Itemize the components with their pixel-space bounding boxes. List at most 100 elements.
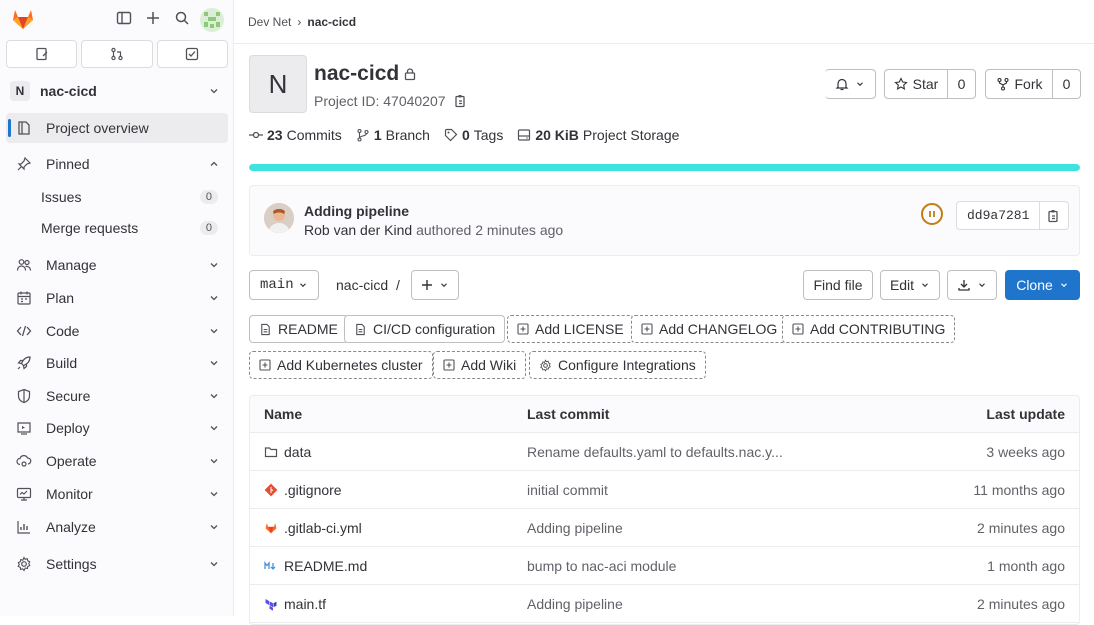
star-count[interactable]: 0	[948, 69, 976, 99]
file-last-commit[interactable]: bump to nac-aci module	[527, 558, 887, 574]
notification-dropdown[interactable]	[825, 69, 876, 99]
storage-usage-bar	[249, 164, 1080, 171]
add-kubernetes-cluster-button[interactable]: Add Kubernetes cluster	[249, 351, 433, 379]
table-row[interactable]: README.md bump to nac-aci module 1 month…	[250, 547, 1079, 585]
sidebar-item-merge-requests[interactable]: Merge requests 0	[6, 214, 228, 242]
chart-icon	[17, 521, 30, 534]
notification-button[interactable]	[825, 69, 876, 99]
sidebar-item-pinned[interactable]: Pinned	[6, 149, 228, 179]
commit-author-link[interactable]: Rob van der Kind	[304, 222, 412, 238]
star-button[interactable]: Star	[884, 69, 948, 99]
storage-stat[interactable]: 20 KiB Project Storage	[517, 127, 679, 143]
table-row[interactable]: .gitlab-ci.yml Adding pipeline 2 minutes…	[250, 509, 1079, 547]
commits-count: 23	[267, 127, 283, 143]
sidebar-item-label: Merge requests	[41, 220, 139, 236]
shortcut-label: README	[278, 321, 338, 337]
file-last-commit[interactable]: Rename defaults.yaml to defaults.nac.y..…	[527, 444, 887, 460]
plus-icon[interactable]	[145, 10, 163, 28]
file-name[interactable]: .gitlab-ci.yml	[284, 520, 362, 536]
sidebar-item-label: Operate	[46, 453, 97, 469]
copy-icon[interactable]	[454, 94, 468, 108]
edit-dropdown[interactable]: Edit	[880, 270, 940, 300]
chevron-down-icon	[210, 89, 218, 94]
fork-count[interactable]: 0	[1053, 69, 1081, 99]
sidebar-item-operate[interactable]: Operate	[6, 446, 228, 476]
commit-icon	[249, 131, 263, 139]
sidebar-toggle-icon[interactable]	[116, 10, 134, 28]
chevron-down-icon	[210, 361, 218, 366]
branches-stat[interactable]: 1 Branch	[356, 127, 430, 143]
file-name[interactable]: README.md	[284, 558, 367, 574]
file-name-cell[interactable]: README.md	[250, 558, 527, 574]
sidebar-item-issues[interactable]: Issues 0	[6, 183, 228, 211]
deploy-icon	[17, 422, 31, 435]
table-row[interactable]: data Rename defaults.yaml to defaults.na…	[250, 433, 1079, 471]
file-name[interactable]: .gitignore	[284, 482, 342, 498]
file-name[interactable]: data	[284, 444, 311, 460]
fork-button-group: Fork 0	[985, 69, 1081, 99]
table-row[interactable]: .gitignore initial commit 11 months ago	[250, 471, 1079, 509]
plus-square-icon	[792, 323, 804, 335]
add-license-button[interactable]: Add LICENSE	[507, 315, 634, 343]
sidebar-item-plan[interactable]: Plan	[6, 283, 228, 313]
sidebar-item-build[interactable]: Build	[6, 348, 228, 378]
branch-selector[interactable]: main	[249, 270, 319, 300]
sidebar-item-analyze[interactable]: Analyze	[6, 512, 228, 542]
cicd-configuration-shortcut-button[interactable]: CI/CD configuration	[344, 315, 506, 343]
sidebar-item-monitor[interactable]: Monitor	[6, 479, 228, 509]
clone-dropdown[interactable]: Clone	[1005, 270, 1080, 300]
project-switcher[interactable]: N nac-cicd	[6, 78, 228, 104]
commit-title-link[interactable]: Adding pipeline	[304, 203, 409, 219]
add-to-tree-dropdown[interactable]	[411, 270, 459, 300]
todos-tab-button[interactable]	[156, 40, 228, 68]
sidebar-item-label: Secure	[46, 388, 91, 404]
tags-count: 0	[461, 127, 470, 143]
commit-meta: Rob van der Kind authored 2 minutes ago	[304, 222, 563, 238]
copy-sha-button[interactable]	[1040, 201, 1070, 230]
issues-tab-button[interactable]	[6, 40, 78, 68]
commits-stat[interactable]: 23 Commits	[249, 127, 342, 143]
file-last-commit[interactable]: Adding pipeline	[527, 596, 887, 612]
commit-sha[interactable]: dd9a7281	[956, 201, 1041, 230]
user-avatar[interactable]	[200, 8, 224, 32]
file-name[interactable]: main.tf	[284, 596, 326, 612]
sidebar-item-secure[interactable]: Secure	[6, 381, 228, 411]
search-icon[interactable]	[174, 10, 192, 28]
sidebar: N nac-cicd Project overview Pinned Issue…	[0, 0, 234, 616]
fork-button[interactable]: Fork	[985, 69, 1053, 99]
configure-integrations-button[interactable]: Configure Integrations	[529, 351, 706, 379]
merge-requests-tab-button[interactable]	[81, 40, 153, 68]
add-changelog-button[interactable]: Add CHANGELOG	[631, 315, 788, 343]
gitlab-logo-icon[interactable]	[10, 6, 36, 32]
file-last-update: 11 months ago	[973, 481, 1065, 498]
readme-shortcut-button[interactable]: README	[249, 315, 348, 343]
shield-icon	[17, 388, 31, 404]
sidebar-item-manage[interactable]: Manage	[6, 250, 228, 280]
file-name-cell[interactable]: main.tf	[250, 596, 527, 612]
find-file-button[interactable]: Find file	[803, 270, 873, 300]
sidebar-item-settings[interactable]: Settings	[6, 549, 228, 579]
breadcrumb-separator: ›	[297, 14, 302, 29]
shortcut-label: Add CHANGELOG	[659, 321, 778, 337]
add-wiki-button[interactable]: Add Wiki	[433, 351, 527, 379]
sidebar-item-code[interactable]: Code	[6, 316, 228, 346]
file-name-cell[interactable]: .gitlab-ci.yml	[250, 520, 527, 536]
tags-stat[interactable]: 0 Tags	[444, 127, 503, 143]
add-contributing-button[interactable]: Add CONTRIBUTING	[782, 315, 956, 343]
sidebar-item-deploy[interactable]: Deploy	[6, 413, 228, 443]
file-last-commit[interactable]: Adding pipeline	[527, 520, 887, 536]
calendar-icon	[17, 291, 31, 305]
file-name-cell[interactable]: data	[250, 444, 527, 460]
file-last-commit[interactable]: initial commit	[527, 482, 887, 498]
sidebar-item-project-overview[interactable]: Project overview	[6, 113, 228, 143]
breadcrumb-parent-link[interactable]: Dev Net	[248, 15, 291, 29]
breadcrumb-current-link[interactable]: nac-cicd	[307, 15, 356, 29]
clone-label: Clone	[1016, 277, 1053, 293]
repo-path-link[interactable]: nac-cicd	[336, 277, 388, 293]
download-dropdown[interactable]	[947, 270, 997, 300]
pipeline-status-paused-icon[interactable]	[921, 203, 943, 225]
sidebar-item-label: Issues	[41, 189, 82, 205]
table-row[interactable]: main.tf Adding pipeline 2 minutes ago	[250, 585, 1079, 623]
file-name-cell[interactable]: .gitignore	[250, 482, 527, 498]
commit-author-avatar[interactable]	[264, 203, 294, 233]
